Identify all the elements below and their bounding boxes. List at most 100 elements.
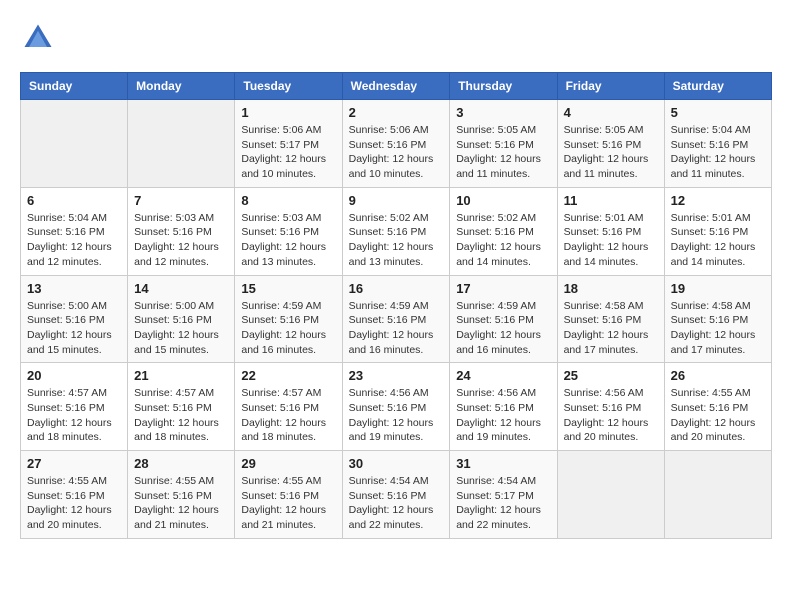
calendar-cell: 25 Sunrise: 4:56 AM Sunset: 5:16 PM Dayli… — [557, 363, 664, 451]
day-number: 30 — [349, 456, 444, 471]
calendar-header-row: SundayMondayTuesdayWednesdayThursdayFrid… — [21, 73, 772, 100]
day-number: 11 — [564, 193, 658, 208]
day-number: 20 — [27, 368, 121, 383]
day-info: Sunrise: 5:02 AM Sunset: 5:16 PM Dayligh… — [456, 211, 550, 270]
day-number: 19 — [671, 281, 765, 296]
calendar-cell: 3 Sunrise: 5:05 AM Sunset: 5:16 PM Daylig… — [450, 100, 557, 188]
day-info: Sunrise: 4:58 AM Sunset: 5:16 PM Dayligh… — [671, 299, 765, 358]
day-number: 29 — [241, 456, 335, 471]
calendar-cell: 20 Sunrise: 4:57 AM Sunset: 5:16 PM Dayli… — [21, 363, 128, 451]
logo — [20, 20, 62, 56]
day-number: 27 — [27, 456, 121, 471]
calendar-cell: 22 Sunrise: 4:57 AM Sunset: 5:16 PM Dayli… — [235, 363, 342, 451]
calendar-cell: 6 Sunrise: 5:04 AM Sunset: 5:16 PM Daylig… — [21, 187, 128, 275]
day-number: 12 — [671, 193, 765, 208]
weekday-header-tuesday: Tuesday — [235, 73, 342, 100]
day-info: Sunrise: 5:01 AM Sunset: 5:16 PM Dayligh… — [564, 211, 658, 270]
calendar-cell: 30 Sunrise: 4:54 AM Sunset: 5:16 PM Dayli… — [342, 451, 450, 539]
calendar-cell: 17Sunrise: 4:59 AM Sunset: 5:16 PM Dayli… — [450, 275, 557, 363]
day-number: 6 — [27, 193, 121, 208]
day-info: Sunrise: 5:00 AM Sunset: 5:16 PM Dayligh… — [27, 299, 121, 358]
day-number: 4 — [564, 105, 658, 120]
calendar-cell — [21, 100, 128, 188]
day-number: 28 — [134, 456, 228, 471]
day-info: Sunrise: 5:03 AM Sunset: 5:16 PM Dayligh… — [134, 211, 228, 270]
day-info: Sunrise: 4:55 AM Sunset: 5:16 PM Dayligh… — [134, 474, 228, 533]
day-info: Sunrise: 4:56 AM Sunset: 5:16 PM Dayligh… — [564, 386, 658, 445]
day-info: Sunrise: 4:57 AM Sunset: 5:16 PM Dayligh… — [134, 386, 228, 445]
calendar-cell: 28 Sunrise: 4:55 AM Sunset: 5:16 PM Dayli… — [128, 451, 235, 539]
day-number: 23 — [349, 368, 444, 383]
calendar-week-2: 6 Sunrise: 5:04 AM Sunset: 5:16 PM Daylig… — [21, 187, 772, 275]
weekday-header-monday: Monday — [128, 73, 235, 100]
weekday-header-friday: Friday — [557, 73, 664, 100]
calendar-cell: 13 Sunrise: 5:00 AM Sunset: 5:16 PM Dayli… — [21, 275, 128, 363]
day-info: Sunrise: 4:54 AM Sunset: 5:17 PM Dayligh… — [456, 474, 550, 533]
day-number: 9 — [349, 193, 444, 208]
weekday-header-thursday: Thursday — [450, 73, 557, 100]
day-number: 22 — [241, 368, 335, 383]
day-number: 2 — [349, 105, 444, 120]
calendar-cell: 19 Sunrise: 4:58 AM Sunset: 5:16 PM Dayli… — [664, 275, 771, 363]
calendar-table: SundayMondayTuesdayWednesdayThursdayFrid… — [20, 72, 772, 539]
day-number: 16 — [349, 281, 444, 296]
calendar-cell: 7Sunrise: 5:03 AM Sunset: 5:16 PM Daylig… — [128, 187, 235, 275]
calendar-week-1: 1 Sunrise: 5:06 AM Sunset: 5:17 PM Daylig… — [21, 100, 772, 188]
calendar-cell: 16 Sunrise: 4:59 AM Sunset: 5:16 PM Dayli… — [342, 275, 450, 363]
day-info: Sunrise: 4:57 AM Sunset: 5:16 PM Dayligh… — [241, 386, 335, 445]
day-number: 8 — [241, 193, 335, 208]
day-info: Sunrise: 4:55 AM Sunset: 5:16 PM Dayligh… — [27, 474, 121, 533]
calendar-cell: 29 Sunrise: 4:55 AM Sunset: 5:16 PM Dayli… — [235, 451, 342, 539]
day-info: Sunrise: 4:55 AM Sunset: 5:16 PM Dayligh… — [671, 386, 765, 445]
calendar-cell: 4 Sunrise: 5:05 AM Sunset: 5:16 PM Daylig… — [557, 100, 664, 188]
calendar-cell: 23 Sunrise: 4:56 AM Sunset: 5:16 PM Dayli… — [342, 363, 450, 451]
day-info: Sunrise: 5:04 AM Sunset: 5:16 PM Dayligh… — [671, 123, 765, 182]
day-number: 31 — [456, 456, 550, 471]
day-info: Sunrise: 5:05 AM Sunset: 5:16 PM Dayligh… — [456, 123, 550, 182]
day-info: Sunrise: 4:56 AM Sunset: 5:16 PM Dayligh… — [456, 386, 550, 445]
day-info: Sunrise: 4:59 AM Sunset: 5:16 PM Dayligh… — [456, 299, 550, 358]
day-info: Sunrise: 5:06 AM Sunset: 5:17 PM Dayligh… — [241, 123, 335, 182]
calendar-week-5: 27 Sunrise: 4:55 AM Sunset: 5:16 PM Dayli… — [21, 451, 772, 539]
calendar-cell: 8 Sunrise: 5:03 AM Sunset: 5:16 PM Daylig… — [235, 187, 342, 275]
day-info: Sunrise: 4:54 AM Sunset: 5:16 PM Dayligh… — [349, 474, 444, 533]
day-info: Sunrise: 4:55 AM Sunset: 5:16 PM Dayligh… — [241, 474, 335, 533]
calendar-cell — [128, 100, 235, 188]
day-info: Sunrise: 5:04 AM Sunset: 5:16 PM Dayligh… — [27, 211, 121, 270]
page-header — [20, 20, 772, 56]
day-info: Sunrise: 4:57 AM Sunset: 5:16 PM Dayligh… — [27, 386, 121, 445]
calendar-cell: 15Sunrise: 4:59 AM Sunset: 5:16 PM Dayli… — [235, 275, 342, 363]
calendar-cell: 10 Sunrise: 5:02 AM Sunset: 5:16 PM Dayli… — [450, 187, 557, 275]
calendar-cell: 26 Sunrise: 4:55 AM Sunset: 5:16 PM Dayli… — [664, 363, 771, 451]
day-info: Sunrise: 5:05 AM Sunset: 5:16 PM Dayligh… — [564, 123, 658, 182]
day-number: 1 — [241, 105, 335, 120]
day-info: Sunrise: 4:59 AM Sunset: 5:16 PM Dayligh… — [241, 299, 335, 358]
calendar-cell: 11 Sunrise: 5:01 AM Sunset: 5:16 PM Dayli… — [557, 187, 664, 275]
day-info: Sunrise: 4:59 AM Sunset: 5:16 PM Dayligh… — [349, 299, 444, 358]
day-number: 21 — [134, 368, 228, 383]
calendar-cell — [664, 451, 771, 539]
weekday-header-sunday: Sunday — [21, 73, 128, 100]
day-info: Sunrise: 5:03 AM Sunset: 5:16 PM Dayligh… — [241, 211, 335, 270]
day-info: Sunrise: 5:01 AM Sunset: 5:16 PM Dayligh… — [671, 211, 765, 270]
calendar-cell: 21 Sunrise: 4:57 AM Sunset: 5:16 PM Dayli… — [128, 363, 235, 451]
day-info: Sunrise: 5:00 AM Sunset: 5:16 PM Dayligh… — [134, 299, 228, 358]
day-info: Sunrise: 4:56 AM Sunset: 5:16 PM Dayligh… — [349, 386, 444, 445]
calendar-week-4: 20 Sunrise: 4:57 AM Sunset: 5:16 PM Dayli… — [21, 363, 772, 451]
calendar-cell: 9 Sunrise: 5:02 AM Sunset: 5:16 PM Daylig… — [342, 187, 450, 275]
day-info: Sunrise: 5:02 AM Sunset: 5:16 PM Dayligh… — [349, 211, 444, 270]
weekday-header-wednesday: Wednesday — [342, 73, 450, 100]
calendar-cell: 27 Sunrise: 4:55 AM Sunset: 5:16 PM Dayli… — [21, 451, 128, 539]
day-number: 5 — [671, 105, 765, 120]
day-number: 13 — [27, 281, 121, 296]
calendar-cell: 2Sunrise: 5:06 AM Sunset: 5:16 PM Daylig… — [342, 100, 450, 188]
day-number: 10 — [456, 193, 550, 208]
weekday-header-saturday: Saturday — [664, 73, 771, 100]
calendar-week-3: 13 Sunrise: 5:00 AM Sunset: 5:16 PM Dayli… — [21, 275, 772, 363]
calendar-cell — [557, 451, 664, 539]
day-number: 25 — [564, 368, 658, 383]
day-number: 3 — [456, 105, 550, 120]
calendar-cell: 1 Sunrise: 5:06 AM Sunset: 5:17 PM Daylig… — [235, 100, 342, 188]
day-number: 26 — [671, 368, 765, 383]
day-number: 18 — [564, 281, 658, 296]
